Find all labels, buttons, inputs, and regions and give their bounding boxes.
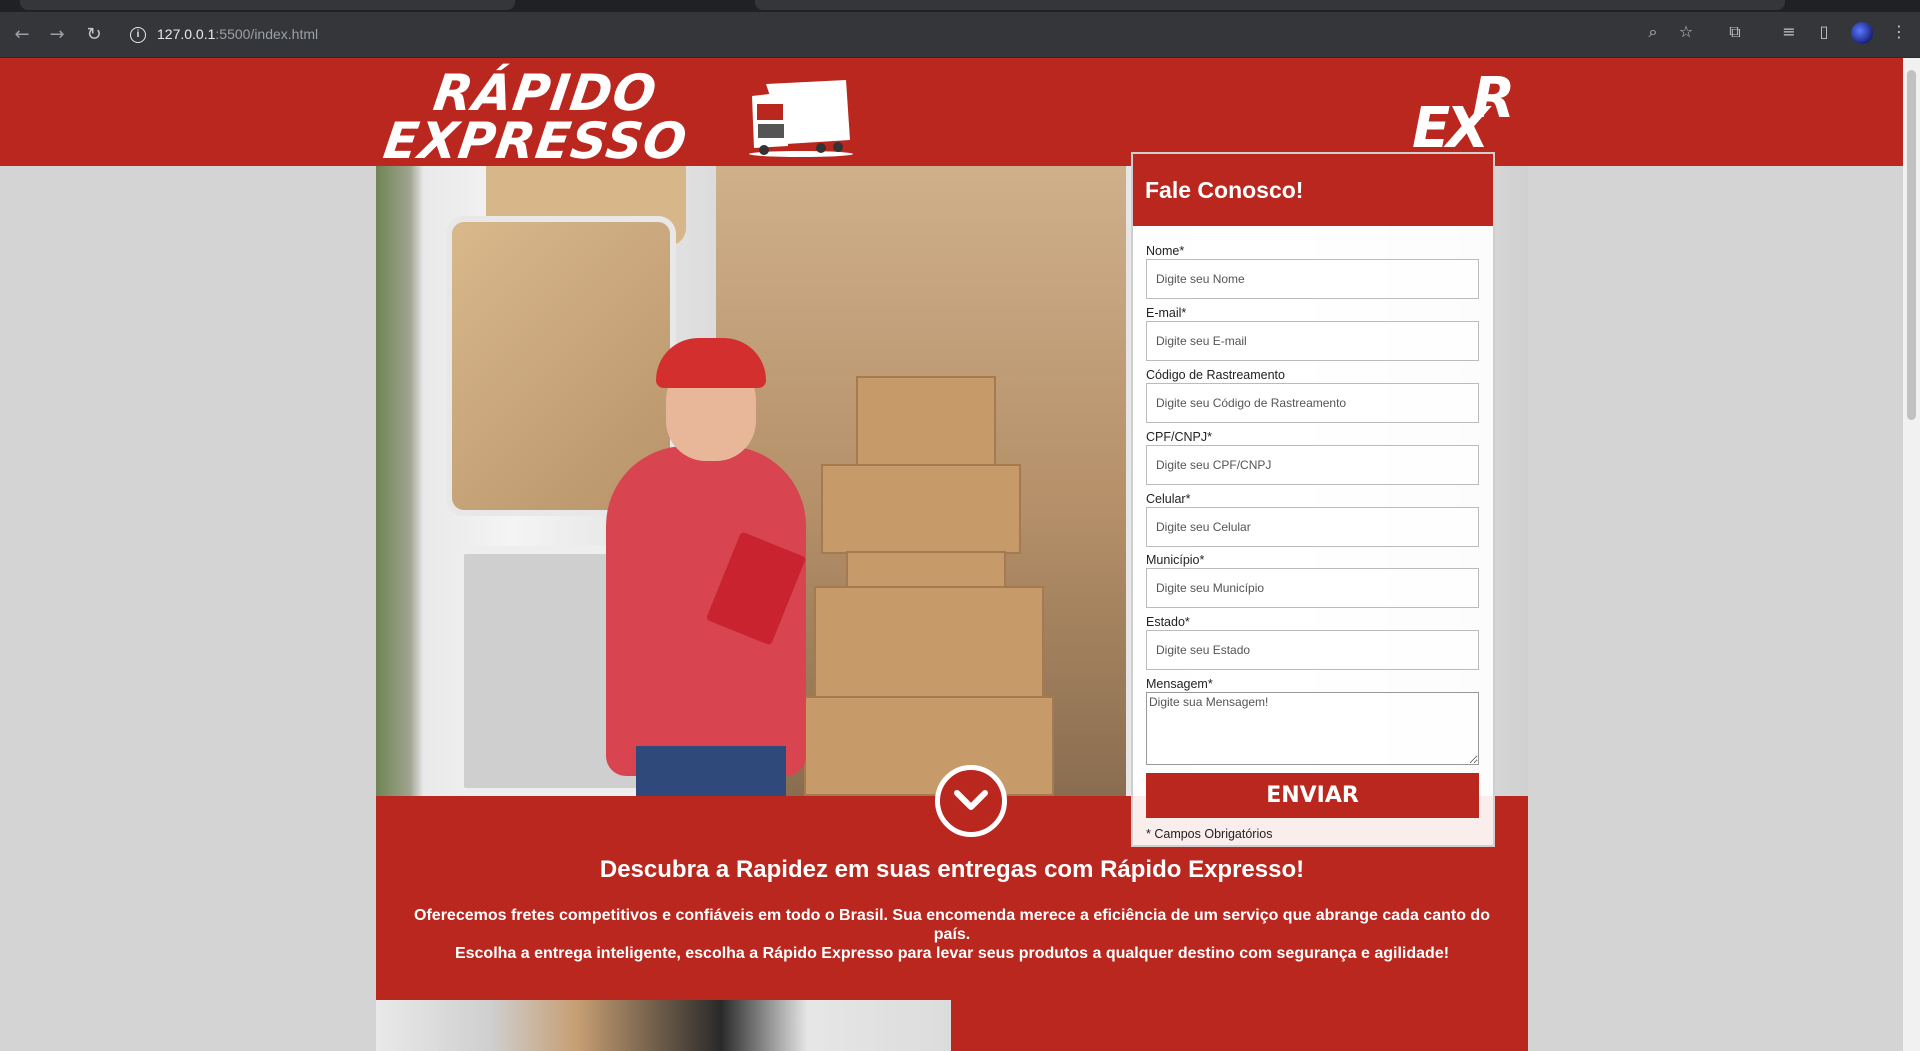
bookmark-star-icon[interactable]: ☆ (1675, 21, 1697, 43)
page-scrollbar[interactable] (1903, 58, 1920, 1051)
phone-field[interactable] (1146, 507, 1479, 547)
site-header (0, 58, 1903, 166)
url-text[interactable]: 127.0.0.1:5500/index.html (157, 26, 318, 42)
zoom-icon[interactable]: ⌕ (1642, 21, 1664, 43)
truck-icon (749, 80, 853, 157)
address-bar[interactable]: i 127.0.0.1:5500/index.html (122, 18, 1658, 52)
city-label: Município* (1146, 553, 1205, 567)
message-label: Mensagem* (1146, 677, 1213, 691)
menu-icon[interactable]: ⋮ (1888, 21, 1910, 43)
media-icon[interactable]: ≡ (1778, 21, 1800, 43)
profile-avatar[interactable] (1851, 22, 1873, 44)
form-header: Fale Conosco! (1133, 154, 1493, 226)
side-panel-icon[interactable]: ▯ (1813, 21, 1835, 43)
cpf-cnpj-label: CPF/CNPJ* (1146, 430, 1212, 444)
name-label: Nome* (1146, 244, 1185, 258)
required-fields-note: * Campos Obrigatórios (1146, 827, 1273, 841)
phone-label: Celular* (1146, 492, 1191, 506)
gallery-image (376, 1000, 951, 1051)
back-icon[interactable]: ← (10, 23, 34, 47)
logo-line2: EXPRESSO (380, 111, 691, 170)
submit-button[interactable]: ENVIAR (1146, 773, 1479, 818)
info-icon[interactable]: i (130, 27, 146, 43)
site-logo[interactable]: RÁPIDO EXPRESSO (380, 64, 864, 170)
cpf-cnpj-field[interactable] (1146, 445, 1479, 485)
extensions-icon[interactable]: ⧉ (1724, 21, 1746, 43)
chevron-down-icon (954, 790, 988, 810)
form-title: Fale Conosco! (1145, 177, 1304, 203)
tracking-code-field[interactable] (1146, 383, 1479, 423)
scrollbar-thumb[interactable] (1907, 70, 1916, 420)
reload-icon[interactable]: ↻ (82, 23, 106, 47)
section-title: Descubra a Rapidez em suas entregas com … (599, 856, 1305, 883)
contact-form: Fale Conosco! Nome* E-mail* Código de Ra… (1131, 152, 1495, 847)
name-field[interactable] (1146, 259, 1479, 299)
tab-strip (0, 0, 1920, 12)
message-field[interactable] (1146, 692, 1479, 765)
browser-tab[interactable] (755, 0, 1785, 10)
email-field[interactable] (1146, 321, 1479, 361)
email-label: E-mail* (1146, 306, 1187, 320)
forward-icon[interactable]: → (45, 23, 69, 47)
secondary-logo: R EX (1412, 66, 1516, 161)
logo-line1: RÁPIDO (430, 64, 661, 122)
gallery-panel (951, 1000, 1528, 1051)
state-label: Estado* (1146, 615, 1190, 629)
section-text: Oferecemos fretes competitivos e confiáv… (414, 907, 1490, 962)
browser-tab[interactable] (20, 0, 515, 10)
state-field[interactable] (1146, 630, 1479, 670)
scroll-down-button[interactable] (935, 765, 1007, 837)
tracking-code-label: Código de Rastreamento (1146, 368, 1285, 382)
browser-toolbar: ← → ↻ i 127.0.0.1:5500/index.html (0, 12, 1920, 58)
city-field[interactable] (1146, 568, 1479, 608)
